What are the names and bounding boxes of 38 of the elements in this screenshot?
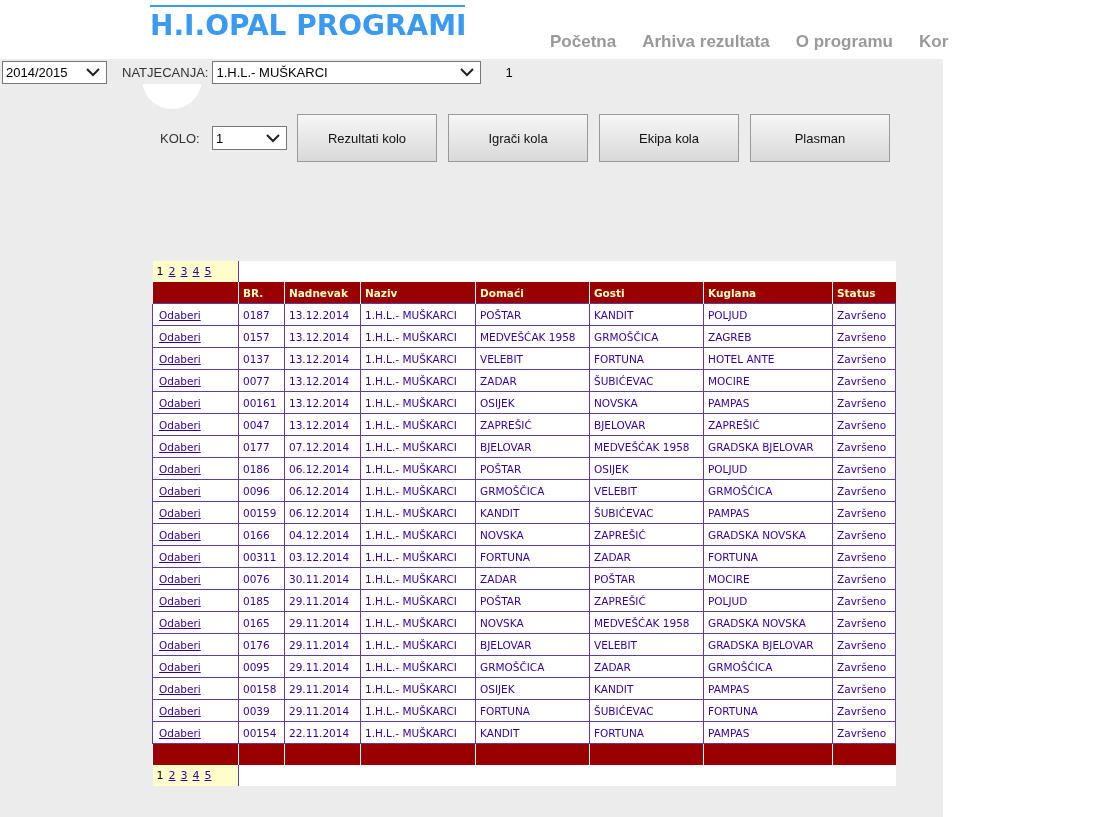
competition-select[interactable]: 1.H.L.- MUŠKARCI <box>212 60 482 84</box>
page-link[interactable]: 1 <box>156 769 164 782</box>
column-header[interactable]: Naziv <box>360 282 476 304</box>
action-button[interactable]: Igrači kola <box>448 114 588 162</box>
season-select[interactable]: 2014/2015 <box>2 60 107 84</box>
column-header[interactable]: Gosti <box>589 282 704 304</box>
page-link[interactable]: 3 <box>180 769 188 782</box>
page-link[interactable]: 5 <box>204 265 212 278</box>
page-link[interactable]: 4 <box>192 265 200 278</box>
action-button[interactable]: Ekipa kola <box>599 114 739 162</box>
table-cell: KANDIT <box>589 303 704 326</box>
table-cell: Završeno <box>832 303 896 326</box>
page-link[interactable]: 5 <box>204 769 212 782</box>
page-link[interactable]: 4 <box>192 769 200 782</box>
column-header[interactable]: Nadnevak <box>284 282 361 304</box>
site-title: H.I.OPAL PROGRAMI <box>150 8 465 44</box>
action-button[interactable]: Plasman <box>750 114 890 162</box>
chevron-down-icon <box>460 67 475 77</box>
table-cell: 1.H.L.- MUŠKARCI <box>360 303 476 326</box>
round-label: KOLO: <box>160 130 201 146</box>
page-link[interactable]: 1 <box>156 265 164 278</box>
table-cell: 0187 <box>238 303 285 326</box>
column-header[interactable]: Status <box>832 282 896 304</box>
column-header[interactable]: BR. <box>238 282 285 304</box>
page-link[interactable]: 2 <box>168 769 176 782</box>
round-select[interactable]: 1 <box>212 126 287 150</box>
column-header[interactable]: Domaći <box>475 282 590 304</box>
competition-label: NATJECANJA: <box>122 64 209 80</box>
table-cell: POŠTAR <box>475 303 590 326</box>
table-cell: 13.12.2014 <box>284 303 361 326</box>
page-link[interactable]: 3 <box>180 265 188 278</box>
chevron-down-icon <box>266 133 280 143</box>
page-link[interactable]: 2 <box>168 265 176 278</box>
chevron-down-icon <box>86 67 100 77</box>
column-header[interactable]: Kuglana <box>703 282 833 304</box>
action-button[interactable]: Rezultati kolo <box>297 114 437 162</box>
count-text: 1 <box>505 64 513 80</box>
table-cell: POLJUD <box>703 303 833 326</box>
